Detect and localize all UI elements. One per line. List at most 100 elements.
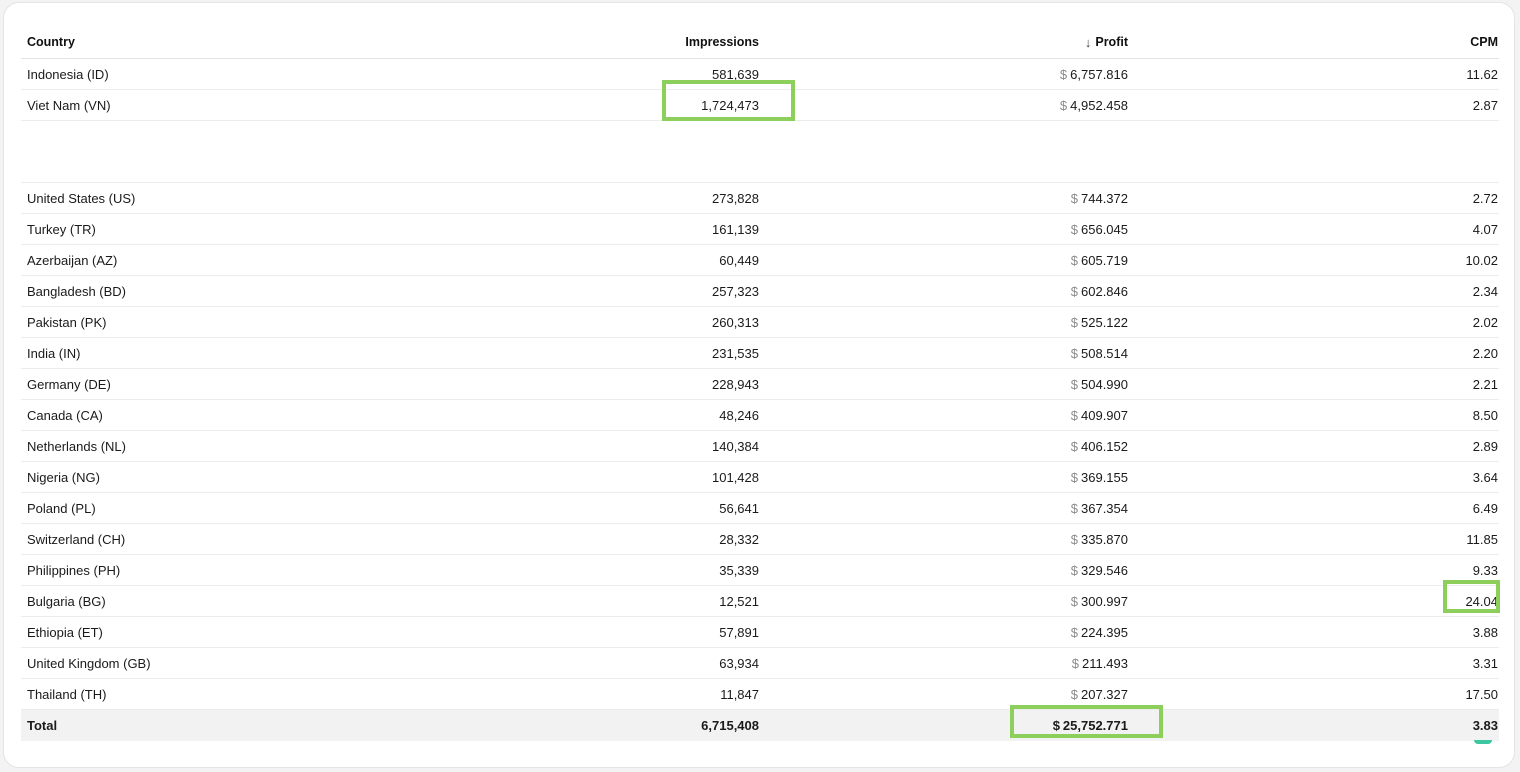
- cell-impressions: 56,641: [719, 500, 759, 516]
- cell-impressions: 28,332: [719, 531, 759, 547]
- table-row: Turkey (TR) 161,139 $656.045 4.07: [21, 214, 1499, 245]
- cell-impressions: 101,428: [712, 469, 759, 485]
- currency-symbol: $: [1070, 531, 1078, 547]
- country-stats-table: Country Impressions ↓ Profit CPM Indones…: [21, 26, 1499, 741]
- table-row: Bulgaria (BG) 12,521 $300.997 24.04: [21, 586, 1499, 617]
- cell-profit: $744.372: [1071, 183, 1128, 213]
- cell-cpm: 2.89: [1472, 438, 1498, 454]
- cell-country: Netherlands (NL): [27, 438, 126, 454]
- cell-profit-value: 211.493: [1081, 655, 1128, 671]
- cell-cpm: 2.87: [1472, 97, 1498, 113]
- currency-symbol: $: [1070, 469, 1078, 485]
- cell-profit: $224.395: [1071, 617, 1128, 647]
- cell-profit-value: 602.846: [1081, 283, 1128, 299]
- cell-profit: $525.122: [1071, 307, 1128, 337]
- cell-profit: $367.354: [1071, 493, 1128, 523]
- cell-cpm: 4.07: [1472, 221, 1498, 237]
- currency-symbol: $: [1070, 314, 1078, 330]
- header-profit[interactable]: ↓ Profit: [1085, 26, 1128, 58]
- cell-country: Turkey (TR): [27, 221, 96, 237]
- cell-impressions: 1,724,473: [701, 97, 759, 113]
- cell-cpm: 3.64: [1472, 469, 1498, 485]
- cell-country: Poland (PL): [27, 500, 96, 516]
- cell-profit-value: 605.719: [1081, 252, 1128, 268]
- cell-country: Ethiopia (ET): [27, 624, 103, 640]
- cell-cpm: 3.88: [1472, 624, 1498, 640]
- cell-country: Pakistan (PK): [27, 314, 107, 330]
- cell-profit-value: 406.152: [1081, 438, 1128, 454]
- currency-symbol: $: [1070, 624, 1078, 640]
- header-impressions[interactable]: Impressions: [685, 26, 759, 58]
- cell-profit: $369.155: [1071, 462, 1128, 492]
- currency-symbol: $: [1071, 655, 1079, 671]
- cell-cpm: 2.21: [1472, 376, 1498, 392]
- cell-impressions: 35,339: [719, 562, 759, 578]
- cell-cpm: 2.02: [1472, 314, 1498, 330]
- cell-cpm: 10.02: [1465, 252, 1498, 268]
- total-profit: $ 25,752.771: [1053, 710, 1128, 741]
- cell-cpm: 3.31: [1472, 655, 1498, 671]
- cell-profit: $508.514: [1071, 338, 1128, 368]
- cell-profit-value: 335.870: [1081, 531, 1128, 547]
- cell-profit: $6,757.816: [1060, 59, 1128, 89]
- cell-cpm: 17.50: [1465, 686, 1498, 702]
- currency-symbol: $: [1070, 562, 1078, 578]
- table-row: Nigeria (NG) 101,428 $369.155 3.64: [21, 462, 1499, 493]
- cell-impressions: 273,828: [712, 190, 759, 206]
- cell-profit: $605.719: [1071, 245, 1128, 275]
- header-cpm[interactable]: CPM: [1470, 26, 1498, 58]
- table-row: Poland (PL) 56,641 $367.354 6.49: [21, 493, 1499, 524]
- table-row: Bangladesh (BD) 257,323 $602.846 2.34: [21, 276, 1499, 307]
- cell-profit: $602.846: [1071, 276, 1128, 306]
- cell-impressions: 11,847: [720, 686, 759, 702]
- cell-profit-value: 367.354: [1081, 500, 1128, 516]
- cell-country: Canada (CA): [27, 407, 103, 423]
- total-row: Total 6,715,408 $ 25,752.771 3.83: [21, 710, 1499, 741]
- cell-profit-value: 504.990: [1081, 376, 1128, 392]
- table-row: India (IN) 231,535 $508.514 2.20: [21, 338, 1499, 369]
- currency-symbol: $: [1070, 500, 1078, 516]
- cell-cpm: 11.85: [1466, 531, 1498, 547]
- cell-profit: $329.546: [1071, 555, 1128, 585]
- cell-profit-value: 4,952.458: [1070, 97, 1128, 113]
- table-row: Ethiopia (ET) 57,891 $224.395 3.88: [21, 617, 1499, 648]
- currency-symbol: $: [1059, 66, 1068, 82]
- cell-country: Bangladesh (BD): [27, 283, 126, 299]
- table-row: Canada (CA) 48,246 $409.907 8.50: [21, 400, 1499, 431]
- cell-country: United States (US): [27, 190, 136, 206]
- empty-row-space: [21, 121, 1499, 183]
- currency-symbol: $: [1070, 686, 1078, 702]
- cell-impressions: 48,246: [719, 407, 759, 423]
- report-card: Country Impressions ↓ Profit CPM Indones…: [3, 2, 1515, 768]
- currency-symbol: $: [1070, 221, 1078, 237]
- currency-symbol: $: [1070, 438, 1078, 454]
- table-row: United Kingdom (GB) 63,934 $211.493 3.31: [21, 648, 1499, 679]
- cell-cpm: 2.72: [1472, 190, 1498, 206]
- cell-country: Switzerland (CH): [27, 531, 126, 547]
- table-row: Azerbaijan (AZ) 60,449 $605.719 10.02: [21, 245, 1499, 276]
- cell-profit: $207.327: [1071, 679, 1128, 709]
- table-header: Country Impressions ↓ Profit CPM: [21, 26, 1499, 59]
- cell-profit-value: 508.514: [1081, 345, 1128, 361]
- cell-impressions: 63,934: [719, 655, 759, 671]
- cell-profit: $656.045: [1071, 214, 1128, 244]
- cell-cpm: 9.33: [1472, 562, 1498, 578]
- total-impressions: 6,715,408: [701, 718, 759, 733]
- cell-profit-value: 207.327: [1081, 686, 1128, 702]
- currency-symbol: $: [1070, 252, 1078, 268]
- cell-impressions: 140,384: [712, 438, 759, 454]
- cell-impressions: 260,313: [712, 314, 759, 330]
- cell-country: Thailand (TH): [27, 686, 107, 702]
- cell-country: Bulgaria (BG): [27, 593, 106, 609]
- cell-country: Viet Nam (VN): [27, 97, 111, 113]
- cell-profit: $504.990: [1071, 369, 1128, 399]
- cell-profit: $406.152: [1071, 431, 1128, 461]
- cell-country: Nigeria (NG): [27, 469, 100, 485]
- table-body: United States (US) 273,828 $744.372 2.72 Tur…: [21, 183, 1499, 710]
- header-country[interactable]: Country: [27, 26, 75, 58]
- cell-profit: $300.997: [1071, 586, 1128, 616]
- cell-country: Indonesia (ID): [27, 66, 109, 82]
- cell-profit-value: 744.372: [1081, 190, 1128, 206]
- table-row: Netherlands (NL) 140,384 $406.152 2.89: [21, 431, 1499, 462]
- cell-country: Philippines (PH): [27, 562, 121, 578]
